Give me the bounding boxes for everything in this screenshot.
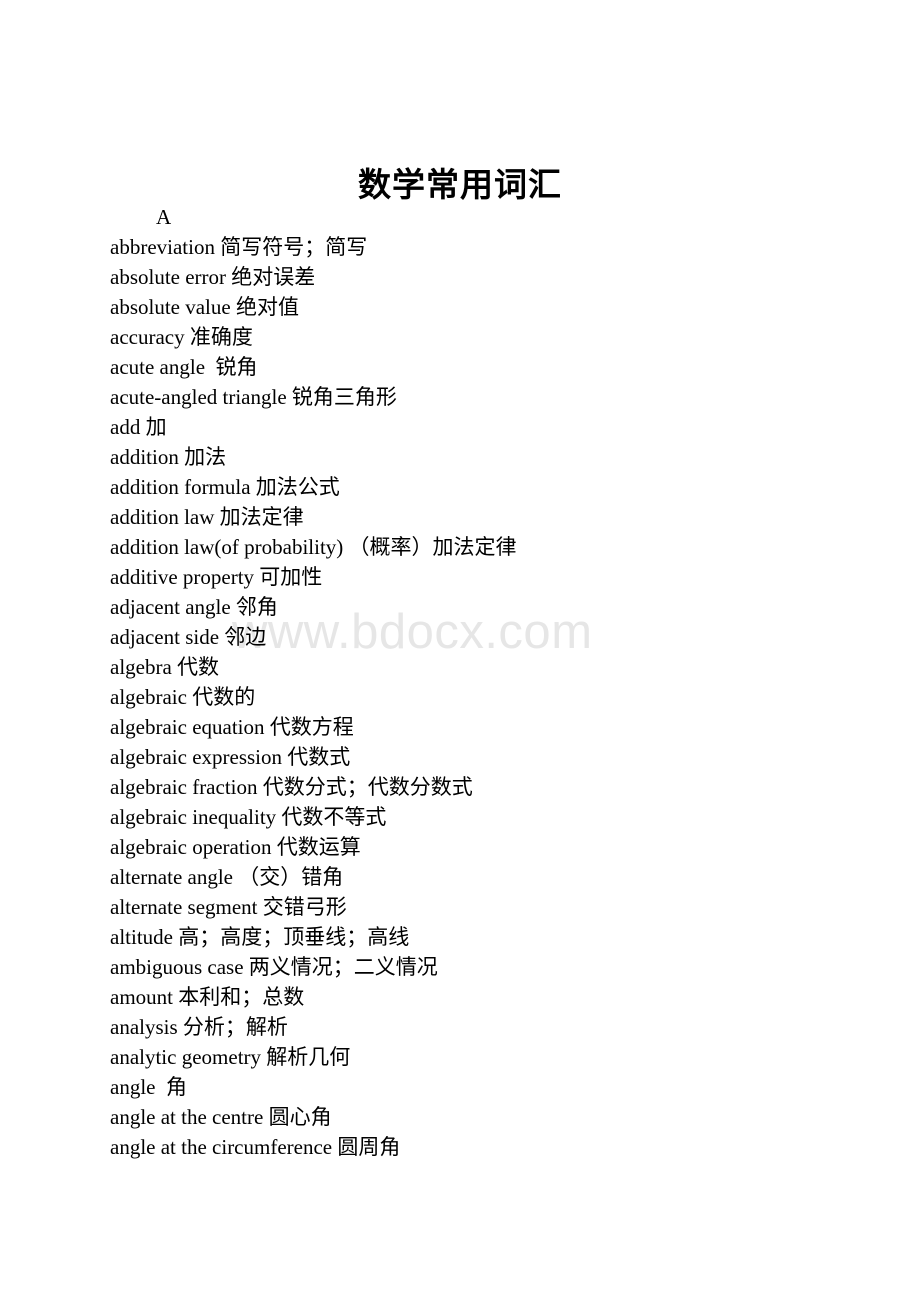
vocabulary-entry: algebra 代数 bbox=[110, 655, 220, 679]
vocabulary-entry: abbreviation 简写符号；简写 bbox=[110, 235, 368, 259]
vocabulary-entry: acute-angled triangle 锐角三角形 bbox=[110, 385, 397, 409]
vocabulary-entry: additive property 可加性 bbox=[110, 565, 323, 589]
vocabulary-entry: algebraic equation 代数方程 bbox=[110, 715, 354, 739]
vocabulary-entry: algebraic fraction 代数分式；代数分数式 bbox=[110, 775, 473, 799]
vocabulary-entry: accuracy 准确度 bbox=[110, 325, 253, 349]
vocabulary-entry: alternate angle （交）错角 bbox=[110, 865, 344, 889]
document-page: www.bdocx.com 数学常用词汇 A abbreviation 简写符号… bbox=[0, 0, 920, 1302]
vocabulary-entry: absolute error 绝对误差 bbox=[110, 265, 316, 289]
vocabulary-entry: ambiguous case 两义情况；二义情况 bbox=[110, 955, 438, 979]
vocabulary-list: A abbreviation 简写符号；简写 absolute error 绝对误… bbox=[110, 202, 870, 1162]
vocabulary-entry: algebraic 代数的 bbox=[110, 685, 256, 709]
vocabulary-entry: algebraic inequality 代数不等式 bbox=[110, 805, 387, 829]
vocabulary-entry: angle at the circumference 圆周角 bbox=[110, 1135, 401, 1159]
vocabulary-entry: addition law 加法定律 bbox=[110, 505, 304, 529]
vocabulary-entry: angle at the centre 圆心角 bbox=[110, 1105, 332, 1129]
vocabulary-entry: analysis 分析；解析 bbox=[110, 1015, 288, 1039]
vocabulary-entry: angle 角 bbox=[110, 1075, 187, 1099]
vocabulary-entry: altitude 高；高度；顶垂线；高线 bbox=[110, 925, 410, 949]
vocabulary-entry: adjacent side 邻边 bbox=[110, 625, 267, 649]
vocabulary-entry: amount 本利和；总数 bbox=[110, 985, 305, 1009]
vocabulary-entry: add 加 bbox=[110, 415, 167, 439]
vocabulary-entry: addition formula 加法公式 bbox=[110, 475, 340, 499]
vocabulary-entry: alternate segment 交错弓形 bbox=[110, 895, 347, 919]
vocabulary-entry: algebraic expression 代数式 bbox=[110, 745, 351, 769]
vocabulary-entry: acute angle 锐角 bbox=[110, 355, 258, 379]
vocabulary-entry: algebraic operation 代数运算 bbox=[110, 835, 361, 859]
section-letter-a: A bbox=[156, 205, 172, 229]
vocabulary-entry: addition 加法 bbox=[110, 445, 227, 469]
vocabulary-entry: addition law(of probability) （概率）加法定律 bbox=[110, 535, 517, 559]
page-title: 数学常用词汇 bbox=[358, 165, 562, 205]
vocabulary-entry: analytic geometry 解析几何 bbox=[110, 1045, 351, 1069]
vocabulary-entry: adjacent angle 邻角 bbox=[110, 595, 278, 619]
vocabulary-entry: absolute value 绝对值 bbox=[110, 295, 299, 319]
entries-container: abbreviation 简写符号；简写 absolute error 绝对误差 a… bbox=[110, 232, 870, 1162]
